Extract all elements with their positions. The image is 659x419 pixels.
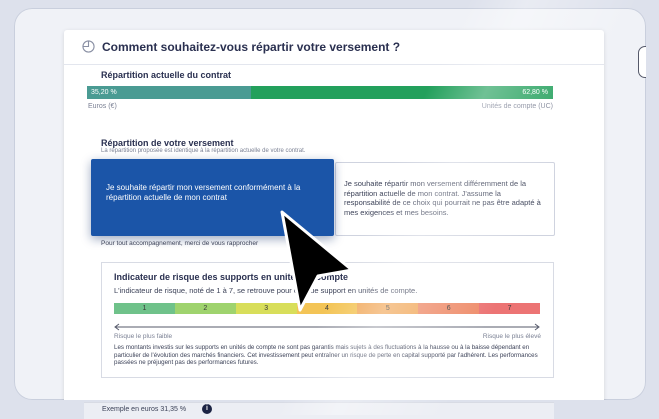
risk-level-5: 5: [357, 303, 419, 314]
bottom-label: Exemple en euros 31,35 %: [102, 406, 187, 413]
risk-low-label: Risque le plus faible: [114, 333, 173, 340]
bottom-strip: Exemple en euros 31,35 % i: [84, 402, 554, 419]
uc-label: Unités de compte (UC): [481, 103, 553, 110]
page-title: Comment souhaitez-vous répartir votre ve…: [102, 40, 401, 54]
option-different-allocation[interactable]: Je souhaite répartir mon versement diffé…: [335, 162, 555, 236]
current-allocation-title: Répartition actuelle du contrat: [101, 70, 232, 80]
euro-label: Euros (€): [88, 103, 117, 110]
risk-arrow-icon: [114, 323, 540, 331]
risk-level-2: 2: [174, 303, 236, 314]
pie-chart-icon: [82, 40, 95, 53]
card-header: Comment souhaitez-vous répartir votre ve…: [64, 30, 604, 65]
risk-level-6: 6: [418, 303, 480, 314]
scrollbar[interactable]: [638, 46, 646, 78]
risk-level-1: 1: [114, 303, 175, 314]
mouse-cursor-icon: [280, 210, 354, 312]
support-note: Pour tout accompagnement, merci de vous …: [101, 240, 259, 247]
payment-allocation-subtitle: La répartition proposée est identique à …: [101, 148, 306, 154]
payment-allocation-title: Répartition de votre versement: [101, 138, 234, 148]
info-icon[interactable]: i: [202, 404, 212, 414]
risk-level-7: 7: [479, 303, 541, 314]
risk-disclaimer: Les montants investis sur les supports e…: [114, 344, 538, 366]
risk-high-label: Risque le plus élevé: [482, 333, 541, 340]
uc-segment: 62,80 %: [251, 86, 553, 99]
euro-segment: 35,20 %: [87, 86, 252, 99]
option-same-text: Je souhaite répartir mon versement confo…: [106, 183, 301, 202]
allocation-bar: 35,20 % 62,80 %: [87, 86, 553, 99]
option-different-text: Je souhaite répartir mon versement diffé…: [344, 179, 541, 217]
